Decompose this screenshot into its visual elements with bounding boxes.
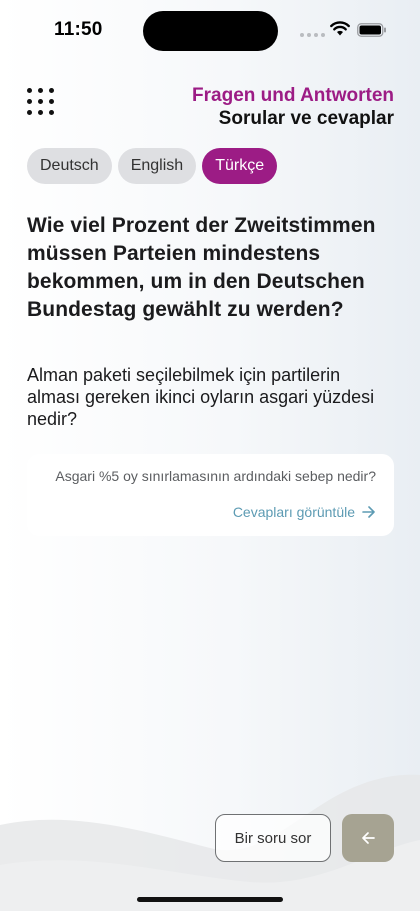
question-turkish: Alman paketi seçilebilmek için partileri… [27, 365, 375, 429]
ask-question-button[interactable]: Bir soru sor [215, 814, 331, 862]
arrow-left-icon [362, 832, 375, 844]
grid-menu-icon[interactable] [27, 88, 55, 116]
arrow-right-icon [362, 506, 375, 518]
view-answers-label: Cevapları görüntüle [232, 504, 355, 520]
language-button-turkce[interactable]: Türkçe [202, 148, 278, 184]
view-answers-link[interactable]: Cevapları görüntüle [233, 504, 376, 520]
signal-dots-icon [300, 33, 325, 37]
page-title-german: Fragen und Antworten [192, 85, 394, 106]
header-titles: Fragen und Antworten Sorular ve cevaplar [192, 85, 394, 131]
language-button-english[interactable]: English [117, 148, 197, 184]
wifi-icon [330, 21, 350, 36]
page-title-turkish: Sorular ve cevaplar [218, 108, 394, 129]
status-bar: 11:50 [0, 0, 420, 60]
language-button-deutsch[interactable]: Deutsch [27, 148, 112, 184]
dynamic-island [143, 11, 278, 51]
battery-icon [357, 23, 386, 37]
language-selector: Deutsch English Türkçe [27, 148, 278, 184]
status-time: 11:50 [54, 19, 103, 40]
home-indicator[interactable] [137, 897, 283, 902]
question-german: Wie viel Prozent der Zweitstimmen müssen… [27, 214, 376, 321]
related-question-text: Asgari %5 oy sınırlamasının ardındaki se… [55, 468, 376, 484]
back-button[interactable] [342, 814, 394, 862]
related-question-card[interactable]: Asgari %5 oy sınırlamasının ardındaki se… [27, 454, 394, 536]
